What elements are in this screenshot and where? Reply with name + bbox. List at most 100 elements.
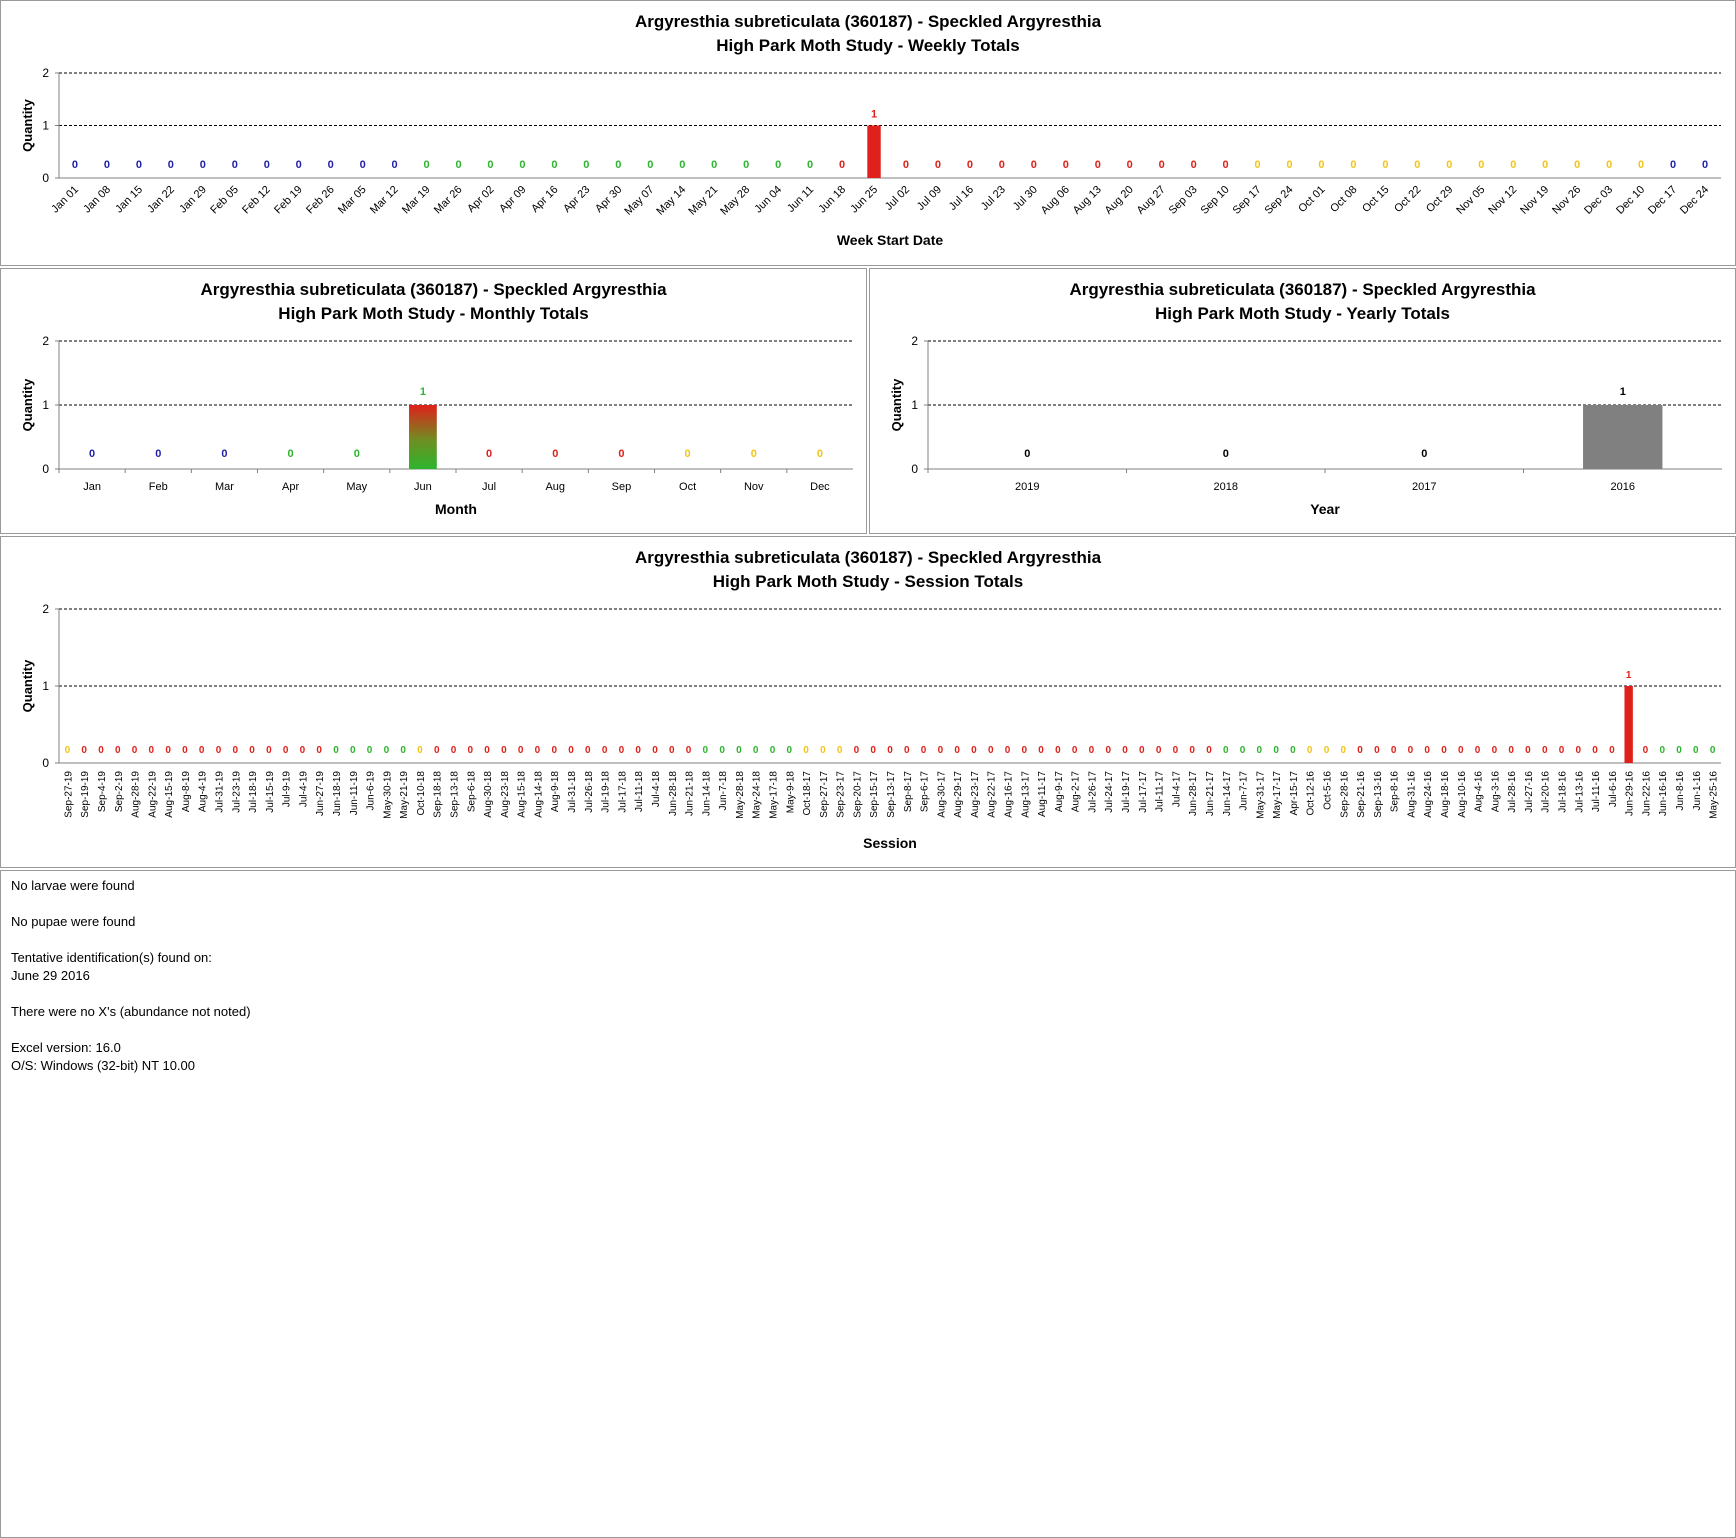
x-tick-label: May-28-18 <box>735 771 746 819</box>
y-tick-label: 2 <box>42 66 49 80</box>
notes-panel: No larvae were found No pupae were found… <box>0 870 1736 1538</box>
bar <box>867 125 881 178</box>
data-label: 0 <box>1441 745 1447 756</box>
data-label: 0 <box>288 448 294 460</box>
x-tick-label: Jun 11 <box>785 184 816 215</box>
x-tick-label: Aug-9-18 <box>550 771 561 813</box>
data-label: 0 <box>1659 745 1665 756</box>
y-tick-label: 0 <box>42 171 49 185</box>
x-tick-label: Dec 03 <box>1582 184 1615 217</box>
x-tick-label: Aug-22-19 <box>147 771 158 818</box>
x-tick-label: Jul-15-19 <box>265 771 276 813</box>
x-tick-label: May-24-18 <box>752 771 763 819</box>
yearly-totals-chart: Argyresthia subreticulata (360187) - Spe… <box>869 268 1736 534</box>
data-label: 0 <box>1257 745 1263 756</box>
x-tick-label: Jul-4-19 <box>298 771 309 808</box>
x-tick-label: Sep-19-19 <box>80 771 91 818</box>
y-tick-label: 1 <box>42 679 49 693</box>
x-tick-label: Mar 26 <box>432 184 465 217</box>
chart-subtitle: High Park Moth Study - Yearly Totals <box>1155 304 1450 323</box>
data-label: 0 <box>803 745 809 756</box>
data-label: 0 <box>1357 745 1363 756</box>
data-label: 0 <box>316 745 322 756</box>
data-label: 0 <box>81 745 87 756</box>
data-label: 0 <box>1072 745 1078 756</box>
x-tick-label: Sep-13-17 <box>886 771 897 818</box>
x-tick-label: Jul-18-19 <box>248 771 259 813</box>
x-tick-label: Oct-5-16 <box>1322 771 1333 810</box>
data-label: 0 <box>679 159 685 171</box>
x-tick-label: Oct 29 <box>1424 184 1455 215</box>
data-label: 0 <box>1122 745 1128 756</box>
x-tick-label: Jun-29-16 <box>1625 771 1636 816</box>
data-label: 0 <box>1350 159 1356 171</box>
x-tick-label: Jul-23-19 <box>231 771 242 813</box>
x-tick-label: Aug-23-17 <box>970 771 981 818</box>
data-label: 0 <box>283 745 289 756</box>
x-tick-label: Apr-15-17 <box>1289 771 1300 816</box>
x-tick-label: Sep-4-19 <box>97 771 108 813</box>
data-label: 0 <box>971 745 977 756</box>
x-tick-label: May 14 <box>654 184 688 218</box>
x-tick-label: Jul 09 <box>915 184 944 213</box>
x-tick-label: Nov 05 <box>1454 184 1487 217</box>
x-tick-label: Sep-8-17 <box>903 771 914 813</box>
x-tick-label: Mar <box>215 481 234 493</box>
larvae-note: No larvae were found <box>11 878 135 893</box>
x-tick-label: Feb <box>149 481 168 493</box>
x-tick-label: Jul-19-18 <box>601 771 612 813</box>
data-label: 0 <box>199 745 205 756</box>
data-label: 0 <box>1525 745 1531 756</box>
data-label: 0 <box>669 745 675 756</box>
x-tick-label: Oct-18-17 <box>802 771 813 816</box>
x-tick-label: May-17-18 <box>768 771 779 819</box>
tentative-date: June 29 2016 <box>11 968 90 983</box>
data-label: 0 <box>300 745 306 756</box>
x-tick-label: May-31-17 <box>1255 771 1266 819</box>
data-label: 0 <box>1414 159 1420 171</box>
data-label: 0 <box>870 745 876 756</box>
data-label: 0 <box>535 745 541 756</box>
x-tick-label: Jul-20-16 <box>1541 771 1552 813</box>
x-tick-label: Dec 10 <box>1614 184 1647 217</box>
data-label: 0 <box>451 745 457 756</box>
data-label: 0 <box>1173 745 1179 756</box>
x-tick-label: Sep-23-17 <box>836 771 847 818</box>
data-label: 0 <box>583 159 589 171</box>
x-tick-label: Jun 04 <box>752 184 784 216</box>
chart-title: Argyresthia subreticulata (360187) - Spe… <box>1069 280 1536 299</box>
data-label: 0 <box>487 159 493 171</box>
x-tick-label: Sep-27-19 <box>63 771 74 818</box>
x-tick-label: Oct-10-18 <box>416 771 427 816</box>
x-tick-label: May-21-19 <box>399 771 410 819</box>
data-label: 0 <box>1574 159 1580 171</box>
x-tick-label: Sep-6-18 <box>466 771 477 813</box>
x-tick-label: Jul-17-17 <box>1138 771 1149 813</box>
x-tick-label: Oct 01 <box>1296 184 1327 215</box>
data-label: 0 <box>1156 745 1162 756</box>
data-label: 0 <box>887 745 893 756</box>
data-label: 0 <box>1508 745 1514 756</box>
data-label: 0 <box>1542 745 1548 756</box>
data-label: 0 <box>486 448 492 460</box>
x-tick-label: Jun-6-19 <box>366 771 377 811</box>
data-label: 0 <box>232 159 238 171</box>
x-tick-label: Jul-24-17 <box>1104 771 1115 813</box>
data-label: 0 <box>1022 745 1028 756</box>
data-label: 0 <box>501 745 507 756</box>
x-tick-label: Dec 17 <box>1646 184 1679 217</box>
data-label: 0 <box>1643 745 1649 756</box>
data-label: 0 <box>1391 745 1397 756</box>
x-tick-label: Dec <box>810 481 830 493</box>
x-tick-label: Oct 22 <box>1392 184 1423 215</box>
x-tick-label: May-17-17 <box>1272 771 1283 819</box>
data-label: 0 <box>333 745 339 756</box>
data-label: 0 <box>615 159 621 171</box>
x-tick-label: Jan 08 <box>81 184 113 216</box>
data-label: 0 <box>104 159 110 171</box>
data-label: 0 <box>619 745 625 756</box>
x-tick-label: Jul-26-17 <box>1087 771 1098 813</box>
x-tick-label: Sep-13-18 <box>450 771 461 818</box>
x-tick-label: Jun <box>414 481 432 493</box>
data-label: 0 <box>1458 745 1464 756</box>
